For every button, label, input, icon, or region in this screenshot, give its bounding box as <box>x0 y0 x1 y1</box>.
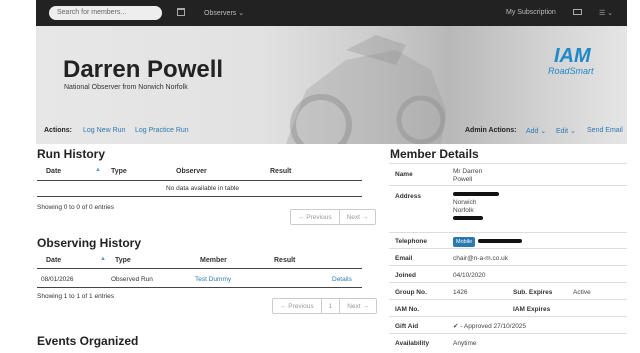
observing-history-heading: Observing History <box>37 236 142 250</box>
col-member[interactable]: Member <box>200 257 227 264</box>
table-bottom-rule <box>37 196 362 197</box>
availability-row: Availability Anytime <box>389 333 627 350</box>
sort-asc-icon[interactable]: ▲ <box>100 256 106 262</box>
telephone-value: Mobile <box>453 237 523 247</box>
joined-row: Joined 04/10/2020 <box>389 265 627 282</box>
group-value: 1426 <box>453 289 468 296</box>
mail-icon[interactable] <box>573 9 582 15</box>
telephone-label: Telephone <box>395 238 428 245</box>
run-history-info: Showing 0 to 0 of 0 entries <box>37 204 114 211</box>
col-result[interactable]: Result <box>274 257 295 264</box>
col-result[interactable]: Result <box>270 168 291 175</box>
log-new-run-link[interactable]: Log New Run <box>83 127 125 134</box>
iam-roadsmart-logo: IAM RoadSmart <box>548 46 608 86</box>
email-row: Email chair@n-a-m.co.uk <box>389 248 627 265</box>
run-history-pagination: ← Previous Next → <box>290 209 377 225</box>
calendar-icon[interactable] <box>177 8 185 16</box>
redacted-text <box>478 239 523 244</box>
row-date: 08/01/2026 <box>41 276 74 283</box>
iam-no-label: IAM No. <box>395 306 420 313</box>
joined-label: Joined <box>395 272 416 279</box>
next-page-button[interactable]: Next → <box>340 299 376 313</box>
member-name-heading: Darren Powell <box>63 56 224 83</box>
prev-page-button[interactable]: ← Previous <box>291 210 340 224</box>
my-subscription-link[interactable]: My Subscription <box>506 9 556 16</box>
address-city: Norwich <box>453 199 477 206</box>
check-icon: ✔ <box>453 323 459 330</box>
add-label: Add <box>526 128 539 135</box>
group-row: Group No. 1426 Sub. Expires Active <box>389 282 627 299</box>
availability-label: Availability <box>395 340 430 347</box>
sub-status-value: Active <box>573 289 591 296</box>
group-label: Group No. <box>395 289 427 296</box>
next-page-button[interactable]: Next → <box>340 210 376 224</box>
table-bottom-rule <box>37 287 362 288</box>
sub-expires-label: Sub. Expires <box>513 289 553 296</box>
menu-icon[interactable]: ☰ ⌄ <box>599 9 613 17</box>
actions-bar: Actions: Log New Run Log Practice Run Ad… <box>36 122 627 142</box>
redacted-text <box>453 191 499 199</box>
logo-iam-text: IAM <box>554 45 591 67</box>
address-value: Norwich Norfolk <box>453 191 499 223</box>
name-value: Mr Darren Powell <box>453 168 482 184</box>
prev-page-button[interactable]: ← Previous <box>273 299 322 313</box>
name-row: Name Mr Darren Powell <box>389 163 627 185</box>
observing-history-pagination: ← Previous 1 Next → <box>272 298 377 314</box>
redacted-text <box>453 215 499 223</box>
send-email-link[interactable]: Send Email <box>587 127 623 134</box>
iam-expires-label: IAM Expires <box>513 306 551 313</box>
gift-aid-label: Gift Aid <box>395 323 419 330</box>
name-line-2: Powell <box>453 176 473 183</box>
add-dropdown[interactable]: Add ⌄ <box>526 127 546 135</box>
gift-aid-text: - Approved 27/10/2025 <box>460 323 527 330</box>
address-county: Norfolk <box>453 207 474 214</box>
iam-row: IAM No. IAM Expires <box>389 299 627 316</box>
member-subtitle: National Observer from Norwich Norfolk <box>64 84 188 91</box>
col-type[interactable]: Type <box>115 257 131 264</box>
address-label: Address <box>395 193 422 200</box>
row-type: Observed Run <box>111 276 153 283</box>
gift-aid-value: ✔ - Approved 27/10/2025 <box>453 323 526 331</box>
edit-dropdown[interactable]: Edit ⌄ <box>556 127 576 135</box>
col-date[interactable]: Date <box>46 257 61 264</box>
table-header-rule <box>37 268 362 269</box>
events-organized-heading: Events Organized <box>37 334 139 348</box>
details-link[interactable]: Details <box>332 276 352 283</box>
run-history-heading: Run History <box>37 147 106 161</box>
name-label: Name <box>395 171 413 178</box>
joined-value: 04/10/2020 <box>453 272 486 279</box>
col-date[interactable]: Date <box>46 168 61 175</box>
edit-label: Edit <box>556 128 569 135</box>
chevron-down-icon: ⌄ <box>238 10 245 17</box>
admin-actions-label: Admin Actions: <box>465 127 517 134</box>
mobile-badge: Mobile <box>453 237 476 247</box>
telephone-row: Telephone Mobile <box>389 232 627 248</box>
observers-menu[interactable]: Observers ⌄ <box>204 9 244 17</box>
col-type[interactable]: Type <box>111 168 127 175</box>
email-value[interactable]: chair@n-a-m.co.uk <box>453 255 508 263</box>
table-header-rule <box>37 180 362 181</box>
col-observer[interactable]: Observer <box>176 168 207 175</box>
log-practice-run-link[interactable]: Log Practice Run <box>135 127 189 134</box>
availability-value: Anytime <box>453 340 477 347</box>
row-member-link[interactable]: Test Dummy <box>195 276 231 283</box>
sort-asc-icon[interactable]: ▲ <box>95 167 101 173</box>
observing-history-info: Showing 1 to 1 of 1 entries <box>37 293 114 300</box>
logo-roadsmart-text: RoadSmart <box>548 66 594 76</box>
member-search-input[interactable]: Search for members... <box>49 6 162 20</box>
gift-aid-row: Gift Aid ✔ - Approved 27/10/2025 <box>389 316 627 333</box>
page-1-button[interactable]: 1 <box>322 299 341 313</box>
observers-label: Observers <box>204 10 237 17</box>
email-label: Email <box>395 255 413 262</box>
actions-label: Actions: <box>44 127 72 134</box>
address-row: Address Norwich Norfolk <box>389 185 627 232</box>
member-details-heading: Member Details <box>390 147 479 161</box>
top-navbar: Search for members... Observers ⌄ My Sub… <box>36 0 627 26</box>
name-line-1: Mr Darren <box>453 168 483 175</box>
empty-table-message: No data available in table <box>166 185 239 192</box>
